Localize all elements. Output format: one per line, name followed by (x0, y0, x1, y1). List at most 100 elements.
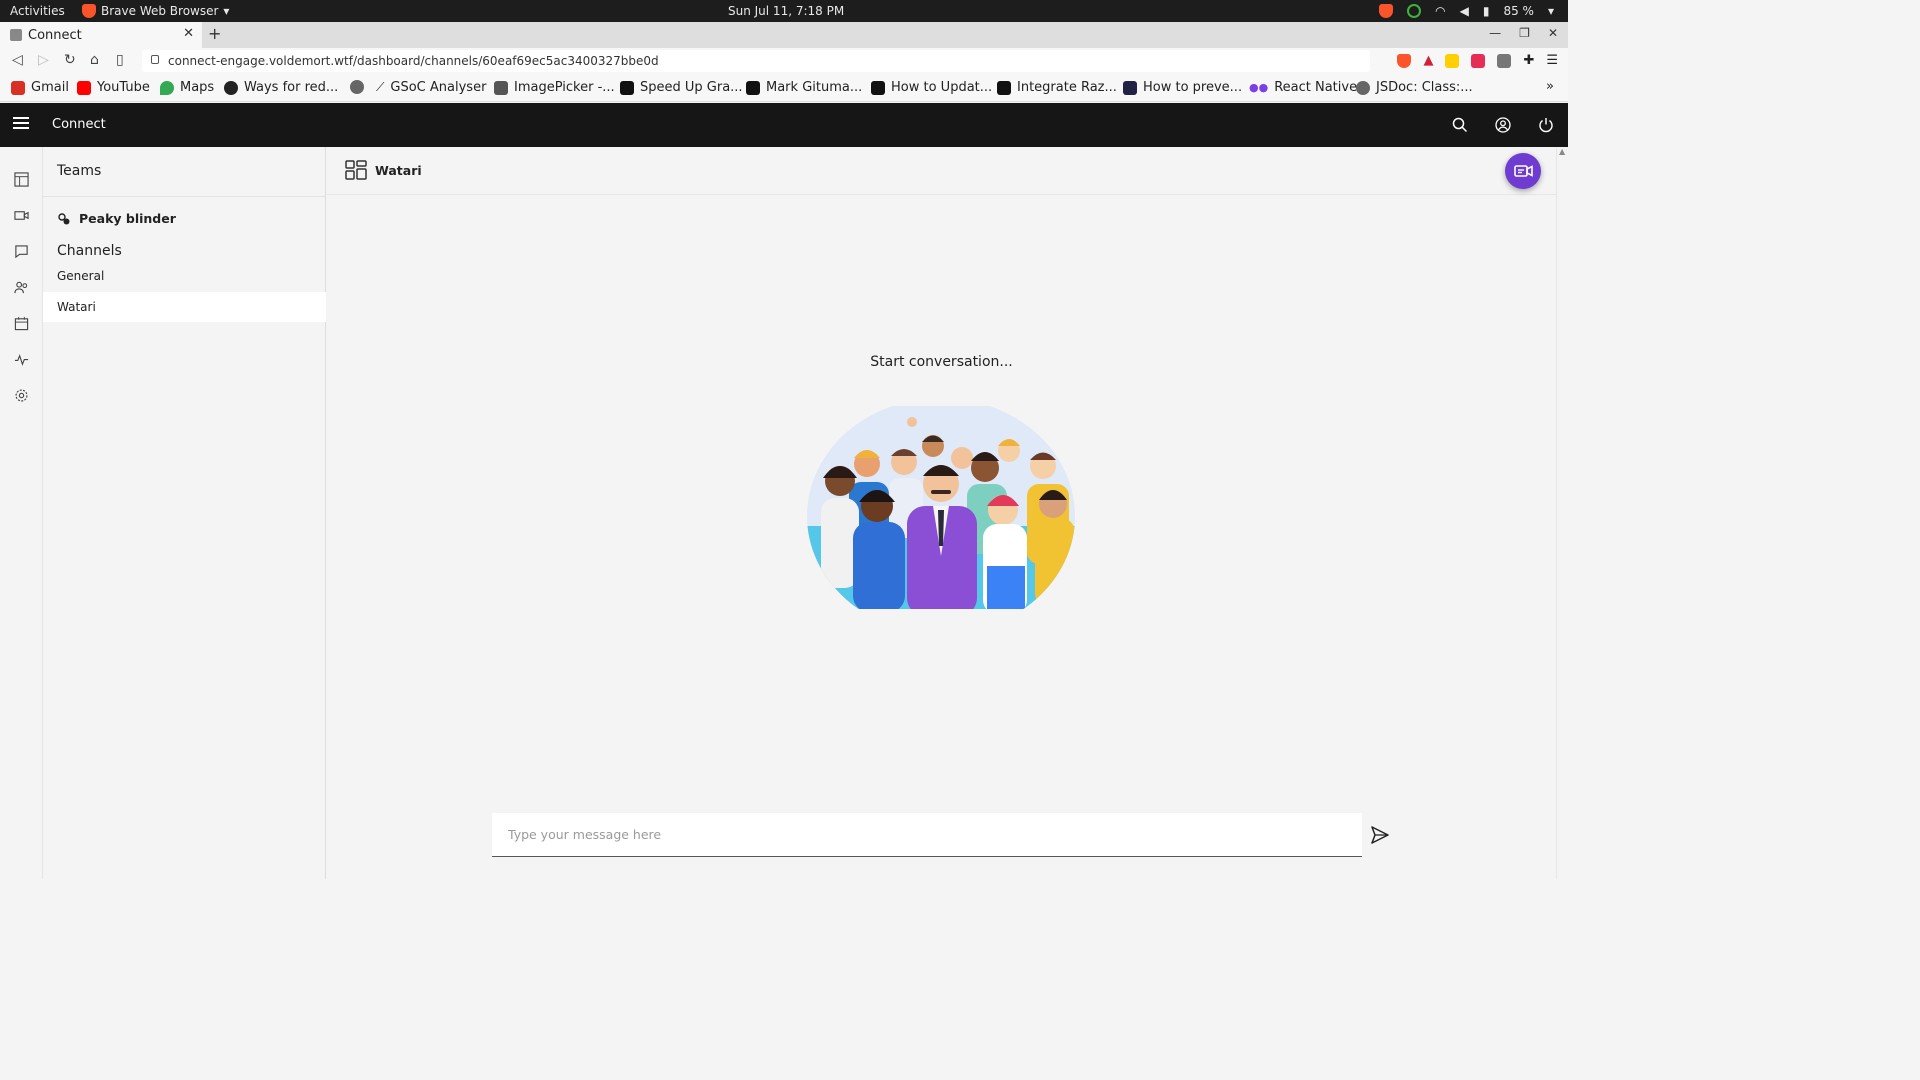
gmail-icon (11, 80, 25, 95)
youtube-icon (77, 80, 91, 95)
bookmark-label: React Native (1274, 80, 1358, 95)
bookmark-label: YouTube (97, 80, 150, 95)
search-icon[interactable] (1452, 117, 1468, 133)
scroll-up-icon[interactable]: ▲ (1559, 147, 1565, 156)
bookmark-item[interactable]: Mark Gituma... (746, 80, 862, 95)
wifi-icon: ◠ (1435, 4, 1446, 18)
battery-percent: 85 % (1503, 4, 1534, 18)
channel-item-general[interactable]: General (43, 261, 326, 291)
reload-icon[interactable]: ↻ (64, 52, 76, 68)
extension-icon[interactable] (1497, 53, 1512, 68)
bookmarks-bar: Gmail YouTube Maps Ways for red... ⟋ GSoC… (0, 74, 1568, 102)
activities-button[interactable]: Activities (10, 4, 65, 18)
hamburger-menu-icon[interactable] (13, 117, 29, 131)
system-top-bar: Activities Brave Web Browser ▾ Sun Jul 1… (0, 0, 1568, 22)
bookmark-item[interactable]: JSDoc: Class:... (1356, 80, 1473, 95)
users-icon[interactable] (14, 280, 29, 295)
brave-shields-icon[interactable] (1397, 53, 1412, 68)
system-clock[interactable]: Sun Jul 11, 7:18 PM (728, 4, 844, 18)
bookmark-item[interactable]: Ways for red... (224, 80, 338, 95)
bookmark-label: GSoC Analyser (390, 80, 487, 95)
extensions-area: ▲ ✚ ☰ (1397, 53, 1558, 68)
settings-gear-icon[interactable] (14, 388, 29, 403)
bookmark-item[interactable]: ImagePicker -... (494, 80, 615, 95)
channel-title: Watari (375, 163, 422, 178)
scrollbar[interactable]: ▲ (1556, 147, 1568, 879)
medium-icon (746, 80, 760, 95)
chart-icon: ⟋ (376, 80, 385, 94)
team-item[interactable]: Peaky blinder (57, 211, 176, 226)
channel-grid-icon (345, 160, 367, 180)
volume-icon: ◀ (1459, 4, 1469, 18)
forward-icon[interactable]: ▷ (38, 52, 49, 68)
globe-icon (350, 80, 364, 94)
video-call-icon (1514, 165, 1533, 177)
send-icon[interactable] (1370, 825, 1390, 845)
dev-icon (871, 80, 885, 95)
tab-favicon-icon (10, 29, 22, 41)
calendar-icon[interactable] (14, 316, 29, 331)
channel-item-watari[interactable]: Watari (43, 292, 326, 322)
bookmark-label: Speed Up Gra... (640, 80, 743, 95)
browser-tab[interactable]: Connect ✕ (0, 22, 202, 48)
bookmark-item[interactable]: Integrate Raz... (997, 80, 1117, 95)
battery-icon: ▮ (1482, 4, 1490, 18)
app-menu[interactable]: Brave Web Browser ▾ (82, 4, 229, 18)
bookmark-item[interactable]: ⟋ GSoC Analyser (376, 80, 486, 95)
channel-label: Watari (57, 300, 96, 314)
user-account-icon[interactable] (1495, 117, 1511, 133)
browser-toolbar: ◁ ▷ ↻ ⌂ ▯ connect-engage.voldemort.wtf/d… (0, 48, 1568, 74)
bookmark-item[interactable]: How to Updat... (871, 80, 992, 95)
bookmark-label: Integrate Raz... (1017, 80, 1117, 95)
activity-icon[interactable] (14, 352, 29, 367)
bookmark-label: Mark Gituma... (766, 80, 863, 95)
chat-icon[interactable] (14, 244, 29, 259)
bookmark-item[interactable] (350, 80, 364, 94)
site-icon (224, 80, 238, 95)
bookmark-item[interactable]: ●● React Native (1249, 80, 1357, 95)
restore-icon[interactable]: ❐ (1519, 26, 1530, 40)
video-icon[interactable] (14, 208, 29, 223)
bookmark-item[interactable]: YouTube (77, 80, 150, 95)
bookmark-label: Ways for red... (244, 80, 339, 95)
brave-rewards-icon[interactable]: ▲ (1423, 53, 1433, 68)
bookmark-item[interactable]: How to preve... (1123, 80, 1242, 95)
channel-header: Watari (327, 147, 1556, 195)
puzzle-icon[interactable]: ✚ (1523, 53, 1534, 68)
new-tab-button[interactable]: + (208, 24, 221, 43)
dots-icon: ●● (1249, 81, 1269, 94)
bookmark-item[interactable]: Gmail (11, 80, 69, 95)
site-icon (1123, 80, 1137, 95)
extension-icon[interactable] (1445, 53, 1460, 68)
start-video-call-button[interactable] (1505, 153, 1541, 189)
browser-tab-strip: Connect ✕ + — ❐ ✕ (0, 22, 1568, 48)
bookmark-item[interactable]: Maps (160, 80, 214, 95)
bookmark-item[interactable]: Speed Up Gra... (620, 80, 743, 95)
dashboard-icon[interactable] (14, 172, 29, 187)
maps-icon (160, 80, 174, 95)
left-nav-rail (0, 147, 43, 879)
more-bookmarks-icon[interactable]: » (1546, 79, 1554, 94)
brave-shield-icon (1379, 4, 1394, 18)
team-name: Peaky blinder (79, 211, 176, 226)
power-icon[interactable] (1538, 117, 1554, 133)
app-menu-label: Brave Web Browser (101, 4, 219, 18)
bookmark-label: Maps (180, 80, 215, 95)
address-bar[interactable]: connect-engage.voldemort.wtf/dashboard/c… (142, 50, 1370, 72)
bookmark-label: Gmail (31, 80, 69, 95)
close-tab-icon[interactable]: ✕ (183, 26, 194, 41)
back-icon[interactable]: ◁ (12, 52, 23, 68)
close-window-icon[interactable]: ✕ (1548, 26, 1558, 40)
bookmark-icon[interactable]: ▯ (116, 52, 124, 68)
extension-icon[interactable] (1471, 53, 1486, 68)
message-composer[interactable] (492, 813, 1362, 857)
chevron-down-icon: ▾ (223, 4, 230, 18)
message-input[interactable] (506, 826, 1362, 843)
system-tray[interactable]: ◠ ◀ ▮ 85 % ▾ (1379, 2, 1554, 20)
minimize-icon[interactable]: — (1489, 26, 1501, 40)
browser-menu-icon[interactable]: ☰ (1546, 53, 1558, 68)
bookmark-label: How to preve... (1143, 80, 1243, 95)
bookmark-label: How to Updat... (891, 80, 993, 95)
bookmark-label: JSDoc: Class:... (1376, 80, 1473, 95)
home-icon[interactable]: ⌂ (90, 52, 99, 68)
